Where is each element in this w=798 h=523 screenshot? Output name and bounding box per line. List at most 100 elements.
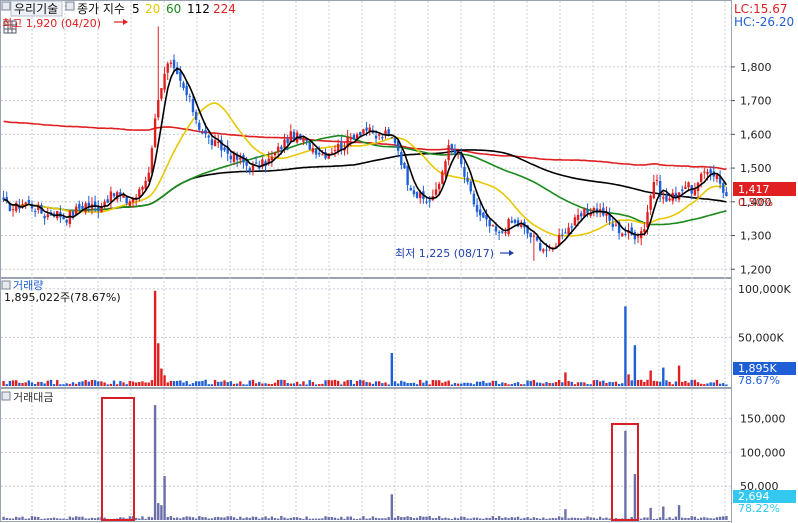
tab-square-icon[interactable] [1, 1, 11, 11]
amount-bar [598, 516, 602, 520]
volume-bar [330, 380, 334, 386]
volume-bar [485, 383, 488, 386]
volume-bar [396, 383, 400, 386]
amount-bar [378, 518, 381, 520]
amount-bar [649, 507, 652, 520]
last-price-value: 1,417 [738, 183, 770, 196]
amount-bar [482, 518, 485, 520]
candle-body [437, 183, 441, 190]
amount-bar [185, 516, 188, 520]
candle-body [561, 234, 564, 236]
amount-bar [30, 516, 34, 520]
candle-body [425, 201, 428, 203]
volume-bar [693, 379, 697, 386]
volume-bar [567, 381, 570, 386]
volume-bar [157, 343, 160, 386]
volume-bar [207, 384, 210, 386]
candle-body [340, 142, 343, 150]
volume-bar [74, 383, 78, 386]
volume-bar [191, 383, 195, 386]
candle-body [475, 204, 479, 212]
volume-bar [336, 380, 340, 386]
amount-bar [453, 517, 457, 520]
candle-body [624, 233, 627, 235]
amount-bar [677, 505, 681, 520]
volume-bar [308, 380, 311, 386]
amount-bar [674, 516, 678, 520]
candle-body [409, 187, 412, 191]
volume-bar [324, 380, 327, 386]
candle-body [621, 233, 624, 237]
volume-bar [671, 384, 674, 386]
volume-bar [718, 383, 722, 386]
ma-label-5: 5 [132, 2, 140, 16]
volume-bar [472, 384, 476, 386]
amount-bar [444, 517, 447, 520]
volume-bar [447, 380, 450, 386]
amount-bar [207, 518, 210, 520]
candle-body [147, 172, 150, 182]
volume-bar [11, 380, 15, 386]
amount-panel-title[interactable]: 거래대금 [13, 391, 53, 404]
amount-bar [84, 518, 87, 520]
candle-body [217, 141, 220, 143]
amount-bar [267, 518, 270, 520]
candle-body [106, 199, 109, 203]
volume-bar [469, 383, 472, 386]
amount-bar [586, 516, 589, 520]
indicator-tab-label[interactable]: 종가 지수 [77, 2, 125, 16]
candle-body [128, 201, 132, 207]
amount-bar [472, 517, 476, 520]
volume-bar [138, 381, 141, 386]
amount-bar [330, 517, 334, 520]
volume-bar [561, 382, 564, 386]
amount-bar [314, 518, 318, 520]
candle-body [497, 231, 501, 233]
amount-bar [134, 518, 138, 520]
amount-bar [371, 516, 375, 520]
amount-bar [2, 516, 5, 520]
amount-bar [548, 518, 551, 520]
candle-body [141, 186, 144, 190]
volume-bar [643, 381, 646, 386]
amount-bar [359, 518, 362, 520]
amount-bar [18, 517, 21, 520]
amount-bar [643, 517, 646, 520]
volume-bar [564, 372, 567, 386]
candle-body [125, 196, 128, 204]
candle-body [472, 193, 476, 205]
candle-body [545, 249, 548, 251]
amount-bar [501, 517, 504, 520]
volume-bar [516, 382, 520, 386]
volume-bar [169, 380, 173, 386]
candle-body [706, 171, 709, 175]
volume-tab-square-icon[interactable] [1, 280, 11, 290]
volume-bar [494, 380, 498, 386]
candle-body [188, 95, 192, 97]
amount-bar [665, 518, 668, 520]
candle-body [611, 223, 614, 227]
volume-bar [21, 383, 24, 386]
volume-bar [172, 381, 176, 386]
amount-bar [188, 516, 192, 520]
volume-bar [62, 384, 65, 386]
tab-square-icon[interactable] [65, 1, 75, 11]
amount-tab-square-icon[interactable] [1, 391, 11, 401]
candle-body [722, 183, 725, 193]
volume-bar [381, 383, 384, 386]
amount-bar [24, 518, 27, 520]
candle-body [251, 165, 255, 171]
amount-bar [384, 518, 387, 520]
amount-bar [589, 517, 592, 520]
lc-readout: LC:15.67 [734, 2, 787, 16]
amount-bar [5, 517, 8, 520]
volume-bar [378, 381, 381, 386]
volume-bar [706, 383, 709, 386]
price-tick-label: 1,300 [740, 230, 772, 243]
candle-body [614, 224, 618, 226]
volume-bar [349, 379, 352, 386]
volume-bar [131, 381, 135, 386]
volume-bar [674, 381, 678, 386]
candle-body [693, 189, 697, 196]
candle-body [434, 189, 438, 195]
